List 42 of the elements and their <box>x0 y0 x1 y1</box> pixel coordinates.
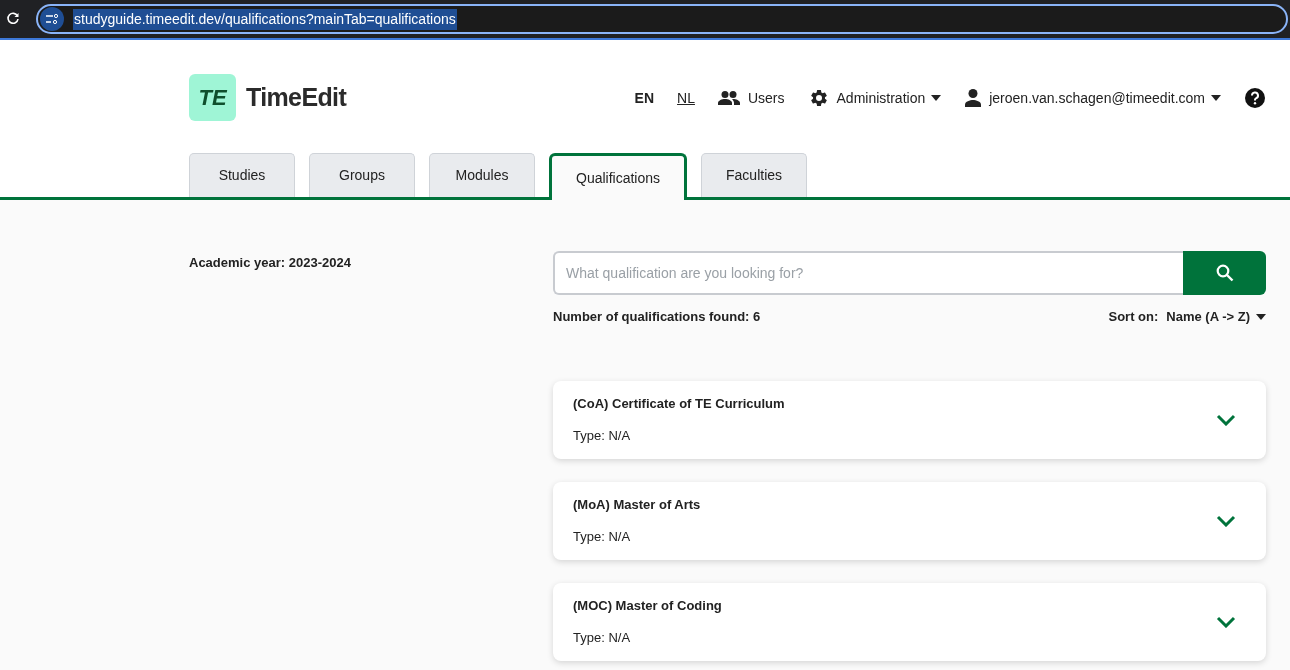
tab[interactable]: Faculties <box>701 153 808 197</box>
tab[interactable]: Studies <box>189 153 295 197</box>
nav-menu-button[interactable]: jeroen.van.schagen@timeedit.com <box>965 87 1221 109</box>
help-icon[interactable] <box>1245 88 1265 108</box>
brand-name: TimeEdit <box>246 81 347 113</box>
logo-icon: TE <box>189 74 236 121</box>
language-link[interactable]: EN <box>634 87 655 109</box>
results-count: Number of qualifications found: 6 <box>553 308 761 326</box>
search-button[interactable] <box>1183 251 1266 295</box>
tab[interactable]: Groups <box>309 153 415 197</box>
url-text: studyguide.timeedit.dev/qualifications?mainTab=qualifications <box>73 8 457 30</box>
sort-label: Sort on: <box>1108 308 1159 326</box>
qualification-type: Type: N/A <box>573 628 632 647</box>
language-link[interactable]: NL <box>677 87 695 109</box>
chevron-icon[interactable] <box>1216 514 1236 527</box>
site-settings-icon[interactable] <box>40 7 64 31</box>
nav-menu-button[interactable]: Users <box>717 87 785 109</box>
address-bar[interactable]: studyguide.timeedit.dev/qualifications?mainTab=qualifications <box>36 4 1288 34</box>
tab[interactable]: Qualifications <box>549 153 688 200</box>
caret-icon <box>931 95 942 101</box>
chevron-icon[interactable] <box>1216 413 1236 426</box>
sort-dropdown[interactable]: Name (A -> Z) <box>1166 307 1266 327</box>
search-icon <box>1215 264 1234 282</box>
reload-icon[interactable] <box>6 12 20 26</box>
caret-icon <box>1256 313 1266 320</box>
academic-year-label: Academic year: 2023-2024 <box>189 254 352 272</box>
qualification-type: Type: N/A <box>573 426 632 445</box>
qualification-card[interactable]: (MOC) Master of Coding Type: N/A <box>553 582 1266 661</box>
qualification-type: Type: N/A <box>573 527 632 546</box>
search-field[interactable]: What qualification are you looking for? <box>553 251 1183 295</box>
qualification-card[interactable]: (CoA) Certificate of TE Curriculum Type: N/A <box>553 380 1266 459</box>
qualification-title: (MoA) Master of Arts <box>573 496 701 514</box>
nav-menu-button[interactable]: Administration <box>808 87 942 109</box>
qualification-card[interactable]: (MoA) Master of Arts Type: N/A <box>553 481 1266 560</box>
tab[interactable]: Modules <box>429 153 535 197</box>
qualification-title: (CoA) Certificate of TE Curriculum <box>573 395 785 413</box>
users-icon <box>717 91 740 105</box>
chevron-icon[interactable] <box>1216 615 1236 628</box>
person-icon <box>965 89 982 107</box>
settings-icon <box>808 88 829 108</box>
qualification-title: (MOC) Master of Coding <box>573 597 722 615</box>
caret-icon <box>1211 95 1221 101</box>
